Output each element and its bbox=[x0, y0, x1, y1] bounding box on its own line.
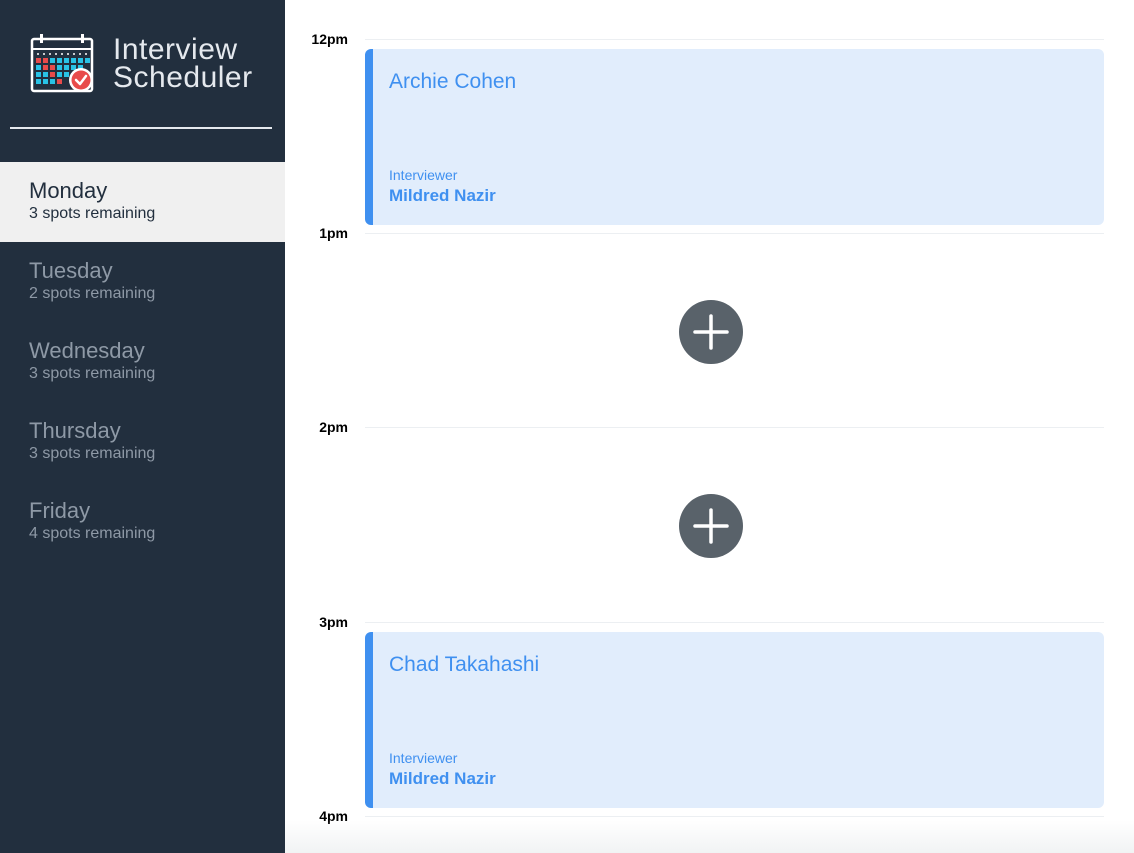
day-name: Thursday bbox=[29, 418, 121, 443]
slot-time: 2pm bbox=[319, 419, 348, 435]
scroll-fade bbox=[285, 820, 1134, 853]
day-spots: 3 spots remaining bbox=[29, 445, 156, 462]
day-item-friday[interactable]: Friday 4 spots remaining bbox=[0, 482, 285, 562]
slot-time: 1pm bbox=[319, 225, 348, 241]
slot-divider bbox=[365, 427, 1104, 428]
plus-icon bbox=[693, 508, 729, 544]
sidebar-divider bbox=[10, 127, 272, 129]
schedule: 12pm Archie Cohen Interviewer Mildred Na… bbox=[285, 0, 1134, 853]
slot-divider bbox=[365, 816, 1104, 817]
plus-icon bbox=[693, 314, 729, 350]
slot-divider bbox=[365, 622, 1104, 623]
interviewer-label: Interviewer bbox=[389, 750, 458, 766]
interviewer-name: Mildred Nazir bbox=[389, 769, 496, 788]
slot-divider bbox=[365, 233, 1104, 234]
day-spots: 3 spots remaining bbox=[29, 205, 156, 222]
time-slot-1pm: 1pm bbox=[285, 225, 1134, 427]
student-name: Archie Cohen bbox=[389, 70, 517, 93]
day-name: Wednesday bbox=[29, 338, 145, 363]
calendar-icon bbox=[30, 34, 94, 93]
day-spots: 4 spots remaining bbox=[29, 525, 156, 542]
day-name: Tuesday bbox=[29, 258, 113, 283]
appointment-card[interactable]: Chad Takahashi Interviewer Mildred Nazir bbox=[365, 632, 1104, 808]
add-appointment-button[interactable] bbox=[679, 300, 743, 364]
day-spots: 2 spots remaining bbox=[29, 285, 156, 302]
app-title: Interview Scheduler bbox=[113, 33, 253, 94]
app-title-line2: Scheduler bbox=[113, 61, 253, 94]
time-slot-2pm: 2pm bbox=[285, 419, 1134, 621]
sidebar: Interview Scheduler Monday 3 spots remai… bbox=[0, 0, 285, 853]
slot-time: 3pm bbox=[319, 614, 348, 630]
day-spots: 3 spots remaining bbox=[29, 365, 156, 382]
day-item-thursday[interactable]: Thursday 3 spots remaining bbox=[0, 402, 285, 482]
student-name: Chad Takahashi bbox=[389, 653, 540, 676]
app-title-line1: Interview bbox=[113, 33, 238, 66]
time-slot-12pm: 12pm Archie Cohen Interviewer Mildred Na… bbox=[285, 31, 1134, 233]
slot-time: 12pm bbox=[311, 31, 348, 47]
day-item-wednesday[interactable]: Wednesday 3 spots remaining bbox=[0, 322, 285, 402]
interviewer-label: Interviewer bbox=[389, 167, 458, 183]
day-item-monday[interactable]: Monday 3 spots remaining bbox=[0, 162, 285, 242]
add-appointment-button[interactable] bbox=[679, 494, 743, 558]
day-item-tuesday[interactable]: Tuesday 2 spots remaining bbox=[0, 242, 285, 322]
app-logo: Interview Scheduler bbox=[30, 33, 253, 95]
slot-divider bbox=[365, 39, 1104, 40]
interviewer-name: Mildred Nazir bbox=[389, 186, 496, 205]
day-name: Monday bbox=[29, 178, 108, 203]
day-name: Friday bbox=[29, 498, 91, 523]
time-slot-3pm: 3pm Chad Takahashi Interviewer Mildred N… bbox=[285, 614, 1134, 816]
appointment-card[interactable]: Archie Cohen Interviewer Mildred Nazir bbox=[365, 49, 1104, 225]
day-list: Monday 3 spots remaining Tuesday 2 spots… bbox=[0, 162, 285, 562]
